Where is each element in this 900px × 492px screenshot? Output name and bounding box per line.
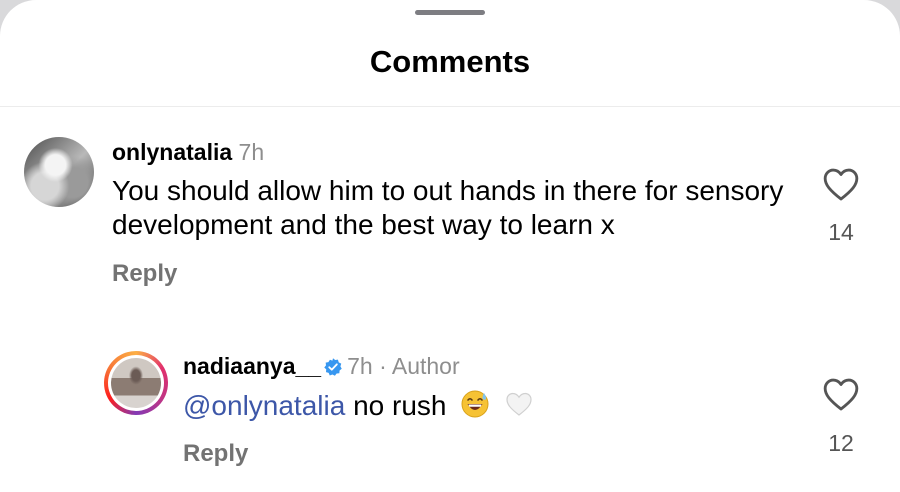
divider	[0, 106, 900, 107]
verified-badge-icon	[324, 358, 342, 376]
avatar-border	[108, 355, 164, 411]
reply-button[interactable]: Reply	[183, 440, 248, 468]
drag-handle[interactable]	[415, 10, 485, 15]
avatar[interactable]	[24, 137, 94, 207]
mention-link[interactable]: @onlynatalia	[183, 390, 345, 421]
avatar	[111, 358, 161, 408]
grinning-sweat-emoji-icon	[461, 390, 489, 418]
avatar-story-ring[interactable]	[104, 351, 168, 415]
reply-button[interactable]: Reply	[112, 260, 177, 288]
username[interactable]: onlynatalia	[112, 139, 232, 165]
comment-body: no rush	[345, 390, 447, 421]
comment-text: You should allow him to out hands in the…	[112, 175, 784, 240]
page-title: Comments	[369, 44, 531, 79]
comment-text: @onlynatalia no rush	[183, 389, 534, 423]
white-heart-emoji-icon	[506, 392, 532, 416]
like-count: 12	[828, 430, 854, 456]
like-count: 14	[828, 219, 854, 245]
timestamp: 7h	[238, 139, 265, 165]
timestamp: 7h · Author	[347, 353, 460, 379]
heart-icon[interactable]	[822, 376, 860, 412]
comments-sheet: Comments onlynatalia 7h You should allow…	[0, 0, 900, 492]
comment-header: onlynatalia 7h	[112, 139, 264, 166]
heart-icon[interactable]	[822, 166, 860, 202]
username[interactable]: nadiaanya__	[183, 353, 321, 379]
comment-header: nadiaanya__ 7h · Author	[183, 353, 460, 380]
